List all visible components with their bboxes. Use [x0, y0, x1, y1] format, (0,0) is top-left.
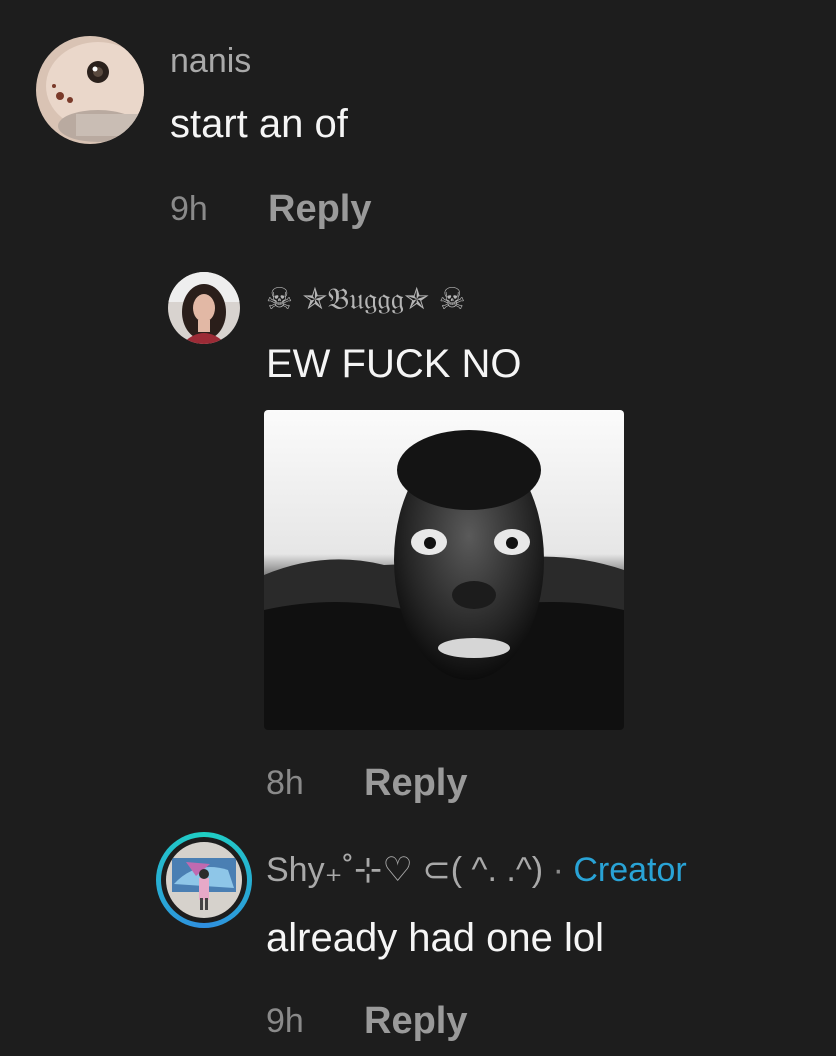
reply-button[interactable]: Reply: [268, 188, 371, 231]
reply-button[interactable]: Reply: [364, 1000, 467, 1043]
comment-timestamp: 8h: [266, 764, 304, 802]
username-text: Shy₊˚⊹♡ ⊂( ^. .^): [266, 851, 544, 889]
comment-text: EW FUCK NO: [266, 342, 522, 386]
comment-text: already had one lol: [266, 916, 605, 960]
comment-username[interactable]: Shy₊˚⊹♡ ⊂( ^. .^) · Creator: [266, 850, 687, 890]
comment-timestamp: 9h: [266, 1002, 304, 1040]
avatar-ring: [161, 837, 247, 923]
comment-shy-creator: Shy₊˚⊹♡ ⊂( ^. .^) · Creator already had …: [0, 820, 836, 1056]
avatar-doll-image: [36, 36, 144, 144]
avatar[interactable]: [36, 36, 144, 144]
creator-badge: Creator: [573, 851, 687, 889]
avatar-photo-image: [168, 272, 240, 344]
comment-username[interactable]: ☠ ✯𝔅𝔲𝔤𝔤𝔤✯ ☠: [266, 282, 466, 317]
meme-face-image: [264, 410, 624, 730]
comment-nanis: nanis start an of 9h Reply: [0, 0, 836, 250]
reply-button[interactable]: Reply: [364, 762, 467, 805]
avatar[interactable]: [168, 272, 240, 344]
comment-username[interactable]: nanis: [170, 42, 251, 81]
comment-timestamp: 9h: [170, 190, 208, 228]
comment-media-image[interactable]: [264, 410, 624, 730]
separator-dot: ·: [552, 851, 564, 889]
avatar[interactable]: [156, 832, 252, 928]
comment-buggg: ☠ ✯𝔅𝔲𝔤𝔤𝔤✯ ☠ EW FUCK NO 8h Reply: [0, 250, 836, 810]
avatar-photo-image: [166, 842, 242, 918]
comment-text: start an of: [170, 102, 348, 146]
